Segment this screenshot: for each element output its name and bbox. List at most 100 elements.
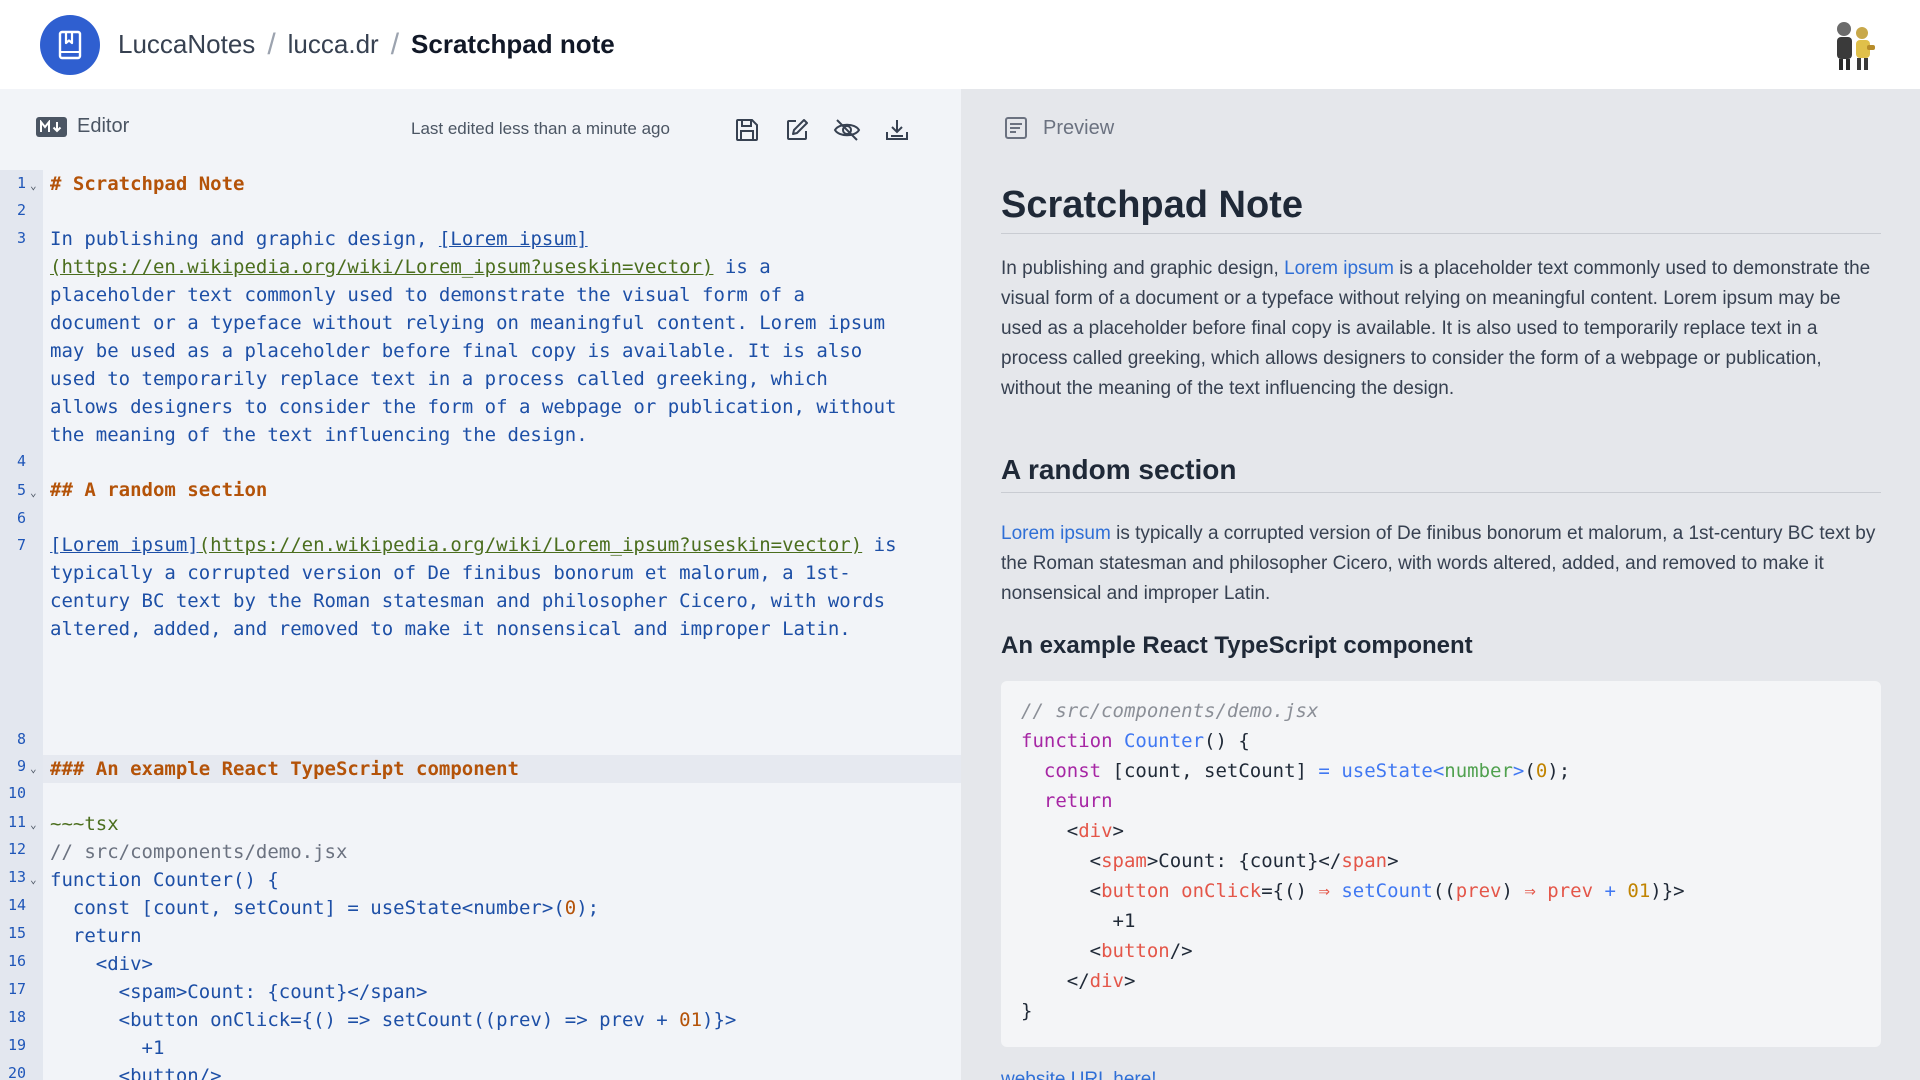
preview-code-line: // src/components/demo.jsx: [1021, 700, 1319, 722]
code-line: // src/components/demo.jsx: [50, 841, 348, 863]
code-token: button onClick: [1101, 880, 1262, 902]
code-token: )}>: [1650, 880, 1685, 902]
code-line: return: [50, 925, 142, 947]
code-number: 01: [679, 1009, 703, 1031]
website-url-link[interactable]: website URL here!: [1001, 1069, 1157, 1080]
code-line: placeholder text commonly used to demons…: [50, 284, 805, 306]
edit-icon: [787, 119, 808, 140]
code-token: span: [1341, 850, 1388, 872]
code-line: typically a corrupted version of De fini…: [50, 562, 851, 584]
code-token: <: [1021, 850, 1102, 872]
code-link-url[interactable]: (https://en.wikipedia.org/wiki/Lorem_ips…: [199, 534, 862, 556]
breadcrumb-app[interactable]: LuccaNotes: [118, 29, 255, 60]
line-number: 11: [7, 813, 26, 831]
code-line: the meaning of the text influencing the …: [50, 424, 588, 446]
code-link-url[interactable]: (https://en.wikipedia.org/wiki/Lorem_ips…: [50, 256, 713, 278]
preview-heading-1: Scratchpad Note: [1001, 184, 1881, 234]
preview-code-line: return: [1021, 790, 1113, 812]
line-number: 20: [7, 1064, 26, 1080]
line-number: 16: [7, 952, 26, 970]
code-text: );: [576, 897, 600, 919]
user-avatar[interactable]: [1824, 15, 1882, 73]
code-token: >Count: {count}</: [1146, 850, 1342, 872]
code-token: 0: [1535, 760, 1548, 782]
code-line: allows designers to consider the form of…: [50, 396, 897, 418]
line-number: 6: [16, 509, 26, 527]
app-logo[interactable]: [40, 14, 100, 75]
fold-chevron-icon[interactable]: ⌄: [30, 486, 37, 499]
breadcrumb-workspace[interactable]: lucca.dr: [288, 29, 379, 60]
line-number: 1: [16, 174, 26, 192]
breadcrumb-separator: /: [267, 27, 276, 61]
code-token: prev: [1535, 880, 1594, 902]
line-number: 2: [16, 201, 26, 219]
code-line: +1: [50, 1037, 165, 1059]
code-text: is: [862, 534, 897, 556]
code-line: may be used as a placeholder before fina…: [50, 340, 863, 362]
code-text: In publishing and graphic design,: [50, 228, 439, 250]
preview-code-line: +1: [1021, 910, 1136, 932]
code-token: function: [1021, 730, 1113, 752]
code-line: document or a typeface without relying o…: [50, 312, 886, 334]
code-token: <: [1021, 940, 1102, 962]
code-text: is a: [713, 256, 771, 278]
line-number: 3: [16, 229, 26, 247]
preview-code-line: }: [1021, 1000, 1033, 1022]
fold-chevron-icon[interactable]: ⌄: [30, 873, 37, 886]
preview-header: Preview: [1003, 115, 1114, 141]
code-line: const [count, setCount] = useState<numbe…: [50, 894, 599, 922]
code-token: =: [1318, 760, 1330, 782]
code-token: div: [1089, 970, 1124, 992]
code-line: In publishing and graphic design, [Lorem…: [50, 225, 588, 253]
code-token: number: [1444, 760, 1513, 782]
code-line: ## A random section: [50, 479, 268, 501]
code-link-text[interactable]: [Lorem ipsum]: [439, 228, 588, 250]
preview-text: In publishing and graphic design,: [1001, 258, 1285, 279]
fold-chevron-icon[interactable]: ⌄: [30, 762, 37, 775]
markdown-icon: [36, 116, 67, 137]
code-line: <spam>Count: {count}</span>: [50, 981, 428, 1003]
code-token: </: [1021, 970, 1090, 992]
line-number: 14: [7, 896, 26, 914]
app-header: LuccaNotes / lucca.dr / Scratchpad note: [0, 0, 1920, 89]
code-link-text[interactable]: [Lorem ipsum]: [50, 534, 199, 556]
save-button[interactable]: [733, 116, 761, 144]
preview-code-line: <spam>Count: {count}</span>: [1021, 846, 1399, 876]
preview-code-line: </div>: [1021, 966, 1136, 996]
preview-link[interactable]: Lorem ipsum: [1284, 258, 1394, 279]
toggle-preview-button[interactable]: [833, 116, 861, 144]
breadcrumb: LuccaNotes / lucca.dr / Scratchpad note: [118, 28, 615, 62]
code-token: button: [1101, 940, 1170, 962]
code-token: <: [1021, 820, 1079, 842]
code-line: century BC text by the Roman statesman a…: [50, 590, 886, 612]
fold-chevron-icon[interactable]: ⌄: [30, 818, 37, 831]
code-token: <: [1432, 760, 1445, 782]
edit-button[interactable]: [783, 116, 811, 144]
code-token: ): [1501, 880, 1525, 902]
code-token: ⇒: [1524, 880, 1536, 902]
code-text: <button onClick={() => setCount((prev) =…: [50, 1009, 680, 1031]
preview-code-line: <div>: [1021, 816, 1124, 846]
code-token: prev: [1455, 880, 1502, 902]
code-token: () {: [1204, 730, 1250, 752]
code-token: (: [1524, 760, 1536, 782]
preview-heading-3: An example React TypeScript component: [1001, 632, 1473, 659]
download-button[interactable]: [883, 116, 911, 144]
fold-chevron-icon[interactable]: ⌄: [30, 179, 37, 192]
line-number: 15: [7, 924, 26, 942]
line-number: 10: [7, 784, 26, 802]
breadcrumb-note-title[interactable]: Scratchpad note: [411, 29, 615, 60]
code-token: Counter: [1123, 730, 1205, 752]
preview-code-block: // src/components/demo.jsx function Coun…: [1001, 681, 1881, 1047]
code-line: used to temporarily replace text in a pr…: [50, 368, 828, 390]
code-token: useState: [1329, 760, 1433, 782]
code-token: spam: [1101, 850, 1147, 872]
save-icon: [736, 119, 758, 141]
preview-link[interactable]: Lorem ipsum: [1001, 523, 1111, 544]
code-token: +: [1593, 880, 1616, 902]
code-line: altered, added, and removed to make it n…: [50, 618, 851, 640]
code-token: ((: [1432, 880, 1456, 902]
line-number: 5: [16, 481, 26, 499]
code-text: const [count, setCount] = useState<numbe…: [50, 897, 565, 919]
markdown-editor[interactable]: 1 ⌄ 2 3 4 5 ⌄ 6 7 8 9 ⌄ 10 11 ⌄ 12 13 ⌄ …: [0, 170, 961, 1080]
